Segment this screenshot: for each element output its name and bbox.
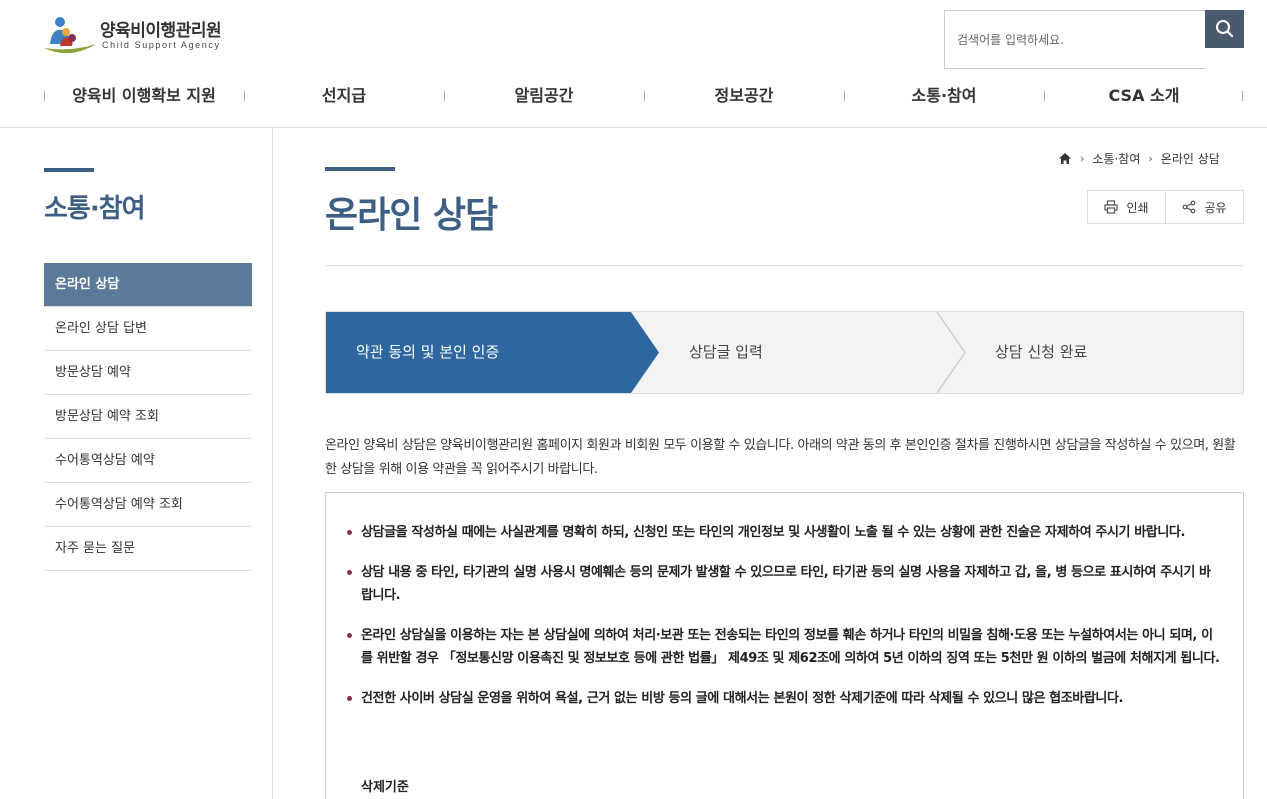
share-icon <box>1183 200 1196 214</box>
utility-buttons: 인쇄 공유 <box>1087 190 1244 224</box>
share-button[interactable]: 공유 <box>1165 191 1243 223</box>
list-item: 상담글을 작성하실 때에는 사실관계를 명확히 하되, 신청인 또는 타인의 개… <box>346 521 1221 544</box>
sidebar-item-sign-reservation[interactable]: 수어통역상담 예약 <box>44 439 252 483</box>
nav-item-about[interactable]: CSA 소개 <box>1044 80 1244 112</box>
logo[interactable]: 양육비이행관리원 Child Support Agency <box>42 14 242 60</box>
logo-title: 양육비이행관리원 <box>100 21 222 41</box>
step-3-complete: 상담 신청 완료 <box>995 343 1088 361</box>
print-label: 인쇄 <box>1126 200 1149 215</box>
site-header: 양육비이행관리원 Child Support Agency 양육비 이행확보 지… <box>0 0 1267 128</box>
sidebar-item-visit-lookup[interactable]: 방문상담 예약 조회 <box>44 395 252 439</box>
nav-item-notice[interactable]: 알림공간 <box>444 80 644 112</box>
list-item: 건전한 사이버 상담실 운영을 위하여 욕설, 근거 없는 비방 등의 글에 대… <box>346 687 1221 710</box>
sidebar-title: 소통·참여 <box>44 194 146 224</box>
main-nav: 양육비 이행확보 지원 선지급 알림공간 정보공간 소통·참여 CSA 소개 <box>44 80 1244 112</box>
title-accent-line <box>325 167 395 171</box>
terms-box[interactable]: 상담글을 작성하실 때에는 사실관계를 명확히 하되, 신청인 또는 타인의 개… <box>325 492 1244 799</box>
list-item: 상담 내용 중 타인, 타기관의 실명 사용시 명예훼손 등의 문제가 발생할 … <box>346 561 1221 607</box>
search-box <box>944 10 1244 69</box>
breadcrumb-item-current[interactable]: 온라인 상담 <box>1161 150 1220 167</box>
list-item: 온라인 상담실을 이용하는 자는 본 상담실에 의하여 처리·보관 또는 전송되… <box>346 624 1221 670</box>
step-1-agree: 약관 동의 및 본인 인증 <box>356 343 500 361</box>
print-icon <box>1104 200 1119 214</box>
terms-list: 상담글을 작성하실 때에는 사실관계를 명확히 하되, 신청인 또는 타인의 개… <box>346 521 1221 727</box>
chevron-right-icon: › <box>1080 151 1085 165</box>
breadcrumb: › 소통·참여 › 온라인 상담 <box>1058 149 1220 167</box>
sidebar-accent-line <box>44 168 94 172</box>
print-button[interactable]: 인쇄 <box>1088 191 1165 223</box>
terms-subheading: 삭제기준 <box>361 780 409 795</box>
home-icon[interactable] <box>1058 152 1072 165</box>
sidebar: 소통·참여 온라인 상담 온라인 상담 답변 방문상담 예약 방문상담 예약 조… <box>0 128 273 799</box>
chevron-right-icon: › <box>1148 151 1153 165</box>
sidebar-item-counsel-answer[interactable]: 온라인 상담 답변 <box>44 307 252 351</box>
nav-divider <box>1242 91 1243 101</box>
sidebar-menu: 온라인 상담 온라인 상담 답변 방문상담 예약 방문상담 예약 조회 수어통역… <box>44 263 252 571</box>
nav-item-info[interactable]: 정보공간 <box>644 80 844 112</box>
sidebar-item-faq[interactable]: 자주 묻는 질문 <box>44 527 252 571</box>
logo-subtitle: Child Support Agency <box>102 40 221 50</box>
sidebar-item-visit-reservation[interactable]: 방문상담 예약 <box>44 351 252 395</box>
step-2-input: 상담글 입력 <box>689 343 763 361</box>
nav-item-advance[interactable]: 선지급 <box>244 80 444 112</box>
logo-icon <box>44 17 96 54</box>
search-input[interactable] <box>944 10 1206 69</box>
nav-item-support[interactable]: 양육비 이행확보 지원 <box>44 80 244 112</box>
step-indicator: 약관 동의 및 본인 인증 상담글 입력 상담 신청 완료 <box>325 311 1244 394</box>
nav-item-communication[interactable]: 소통·참여 <box>844 80 1044 112</box>
page-title: 온라인 상담 <box>325 195 498 236</box>
divider <box>325 265 1244 266</box>
share-label: 공유 <box>1204 200 1227 215</box>
sidebar-item-sign-lookup[interactable]: 수어통역상담 예약 조회 <box>44 483 252 527</box>
search-icon <box>1216 20 1234 38</box>
breadcrumb-item[interactable]: 소통·참여 <box>1092 150 1140 167</box>
intro-text: 온라인 양육비 상담은 양육비이행관리원 홈페이지 회원과 비회원 모두 이용할… <box>325 438 1236 477</box>
sidebar-item-online-counsel[interactable]: 온라인 상담 <box>44 263 252 307</box>
search-button[interactable] <box>1205 10 1244 48</box>
